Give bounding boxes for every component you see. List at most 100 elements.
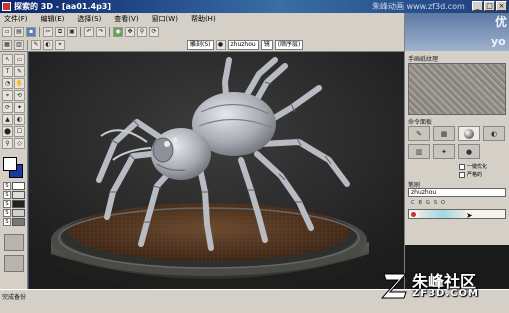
menu-edit[interactable]: 编辑(E) xyxy=(41,14,65,24)
save-icon[interactable]: ▪ xyxy=(26,26,36,37)
channel-labels: C B G S O xyxy=(411,200,445,206)
option-label-2: 严格的 xyxy=(467,172,483,178)
app-icon[interactable] xyxy=(2,2,11,11)
tab-lights[interactable]: ◐ xyxy=(483,126,505,141)
channel-s[interactable]: S xyxy=(434,200,437,206)
sphere-icon[interactable]: ● xyxy=(215,39,226,50)
status-text: 完成备份 xyxy=(2,294,27,301)
texture-preview-thumb[interactable] xyxy=(4,234,24,251)
sample-icon[interactable]: ⌖ xyxy=(55,39,65,50)
select-tool-icon[interactable]: ↖ xyxy=(2,54,13,65)
pencil-tool-icon[interactable]: ✎ xyxy=(14,66,25,77)
menu-file[interactable]: 文件(F) xyxy=(4,14,28,24)
hand-tool-icon[interactable]: ✋ xyxy=(14,78,25,89)
option-label-1: 一键优化 xyxy=(467,164,488,170)
title-bar[interactable]: 探索的 3D - [aa01.4p3] 朱峰动画 www.zf3d.com _ … xyxy=(0,0,509,13)
diamond-tool-icon[interactable]: ◇ xyxy=(14,138,25,149)
color-row[interactable]: S xyxy=(3,209,25,217)
menu-window[interactable]: 窗口(W) xyxy=(152,14,178,24)
channel-o[interactable]: O xyxy=(441,200,445,206)
checkbox-icon[interactable] xyxy=(459,171,465,178)
rotate-right-tool-icon[interactable]: ⟳ xyxy=(2,102,13,113)
option-row-1[interactable]: 一键优化 xyxy=(459,163,487,170)
rect-tool-icon[interactable]: ☐ xyxy=(14,126,25,137)
tab-paint[interactable]: ✎ xyxy=(408,126,430,141)
channel-b[interactable]: B xyxy=(419,200,422,206)
channel-g[interactable]: G xyxy=(426,200,430,206)
close-button[interactable]: × xyxy=(496,1,507,11)
color-chip[interactable] xyxy=(12,191,25,199)
tab-shade[interactable]: ● xyxy=(458,144,480,159)
tool-grid: ↖ ▭ T ✎ ◔ ✋ ⌖ ⟲ ⟳ ✦ ▲ ◐ ⬤ ☐ ⚲ ◇ xyxy=(2,54,25,149)
color-chip[interactable] xyxy=(12,209,25,217)
tab-material[interactable] xyxy=(458,126,480,141)
zoom-icon[interactable]: ⚲ xyxy=(137,26,147,37)
dodge-tool-icon[interactable]: ◔ xyxy=(2,78,13,89)
color-row[interactable]: S xyxy=(3,218,25,226)
undo-icon[interactable]: ↶ xyxy=(84,26,94,37)
toolbar-separator xyxy=(109,26,110,37)
checkbox-icon[interactable] xyxy=(459,163,465,170)
brush-icon[interactable]: ✎ xyxy=(31,39,41,50)
grid-icon[interactable]: ▦ xyxy=(2,39,12,50)
toolbar-row-1: ▫ ▤ ▪ ✂ ⧉ ▣ ↶ ↷ ◉ ✥ ⚲ ⟳ xyxy=(0,25,159,38)
color-swatch-pair[interactable] xyxy=(3,157,23,179)
color-row[interactable]: S xyxy=(3,200,25,208)
color-row-label: S xyxy=(3,200,11,208)
layer-dropdown[interactable]: zhuzhou xyxy=(227,39,259,50)
redo-icon[interactable]: ↷ xyxy=(96,26,106,37)
text-tool-icon[interactable]: T xyxy=(2,66,13,77)
channel-slider[interactable]: ➤ xyxy=(408,209,506,220)
cut-icon[interactable]: ✂ xyxy=(43,26,53,37)
color-chip[interactable] xyxy=(12,200,25,208)
color-chip[interactable] xyxy=(12,182,25,190)
paste-icon[interactable]: ▣ xyxy=(67,26,77,37)
move-icon[interactable]: ✥ xyxy=(125,26,135,37)
menu-view[interactable]: 查看(V) xyxy=(114,14,138,24)
brand-logo-icon xyxy=(380,273,408,299)
texture-swatch[interactable] xyxy=(408,63,506,115)
option-row-2[interactable]: 严格的 xyxy=(459,171,482,178)
paint-mode-box[interactable]: 镜 xyxy=(260,39,273,50)
toolbar-row-2: ▦ ▥ ✎ ◐ ⌖ 雕刻(S) ● zhuzhou 镜 (顺序层) xyxy=(0,38,304,51)
mode-dropdown[interactable]: 雕刻(S) xyxy=(187,39,214,50)
new-icon[interactable]: ▫ xyxy=(2,26,12,37)
layer-icon[interactable]: ▥ xyxy=(14,39,24,50)
tab-layers[interactable]: ▥ xyxy=(408,144,430,159)
banner-text-1: yo xyxy=(491,35,506,48)
minimize-button[interactable]: _ xyxy=(472,1,483,11)
channel-c[interactable]: C xyxy=(411,200,415,206)
tab-brush[interactable]: ✦ xyxy=(433,144,455,159)
color-row[interactable]: S xyxy=(3,191,25,199)
mouse-cursor-icon: ➤ xyxy=(466,211,473,220)
maximize-button[interactable]: □ xyxy=(484,1,495,11)
brand-name-en: ZF3D.COM xyxy=(412,288,479,299)
magnify-tool-icon[interactable]: ⚲ xyxy=(2,138,13,149)
marquee-tool-icon[interactable]: ▭ xyxy=(14,54,25,65)
color-row-label: S xyxy=(3,182,11,190)
shape-tool-icon[interactable]: ▲ xyxy=(2,114,13,125)
sparkle-tool-icon[interactable]: ✦ xyxy=(14,102,25,113)
brand-watermark: 朱峰社区 ZF3D.COM xyxy=(378,268,509,313)
foreground-color[interactable] xyxy=(3,157,17,171)
3d-viewport[interactable] xyxy=(29,52,404,289)
brush-preview-thumb[interactable] xyxy=(4,255,24,272)
rotate-icon[interactable]: ⟳ xyxy=(149,26,159,37)
menu-select[interactable]: 选择(S) xyxy=(77,14,101,24)
layer-order-box[interactable]: (顺序层) xyxy=(274,39,304,50)
circle-tool-icon[interactable]: ⬤ xyxy=(2,126,13,137)
open-icon[interactable]: ▤ xyxy=(14,26,24,37)
color-chip[interactable] xyxy=(12,218,25,226)
target-tool-icon[interactable]: ⌖ xyxy=(2,90,13,101)
tab-texture[interactable]: ▦ xyxy=(433,126,455,141)
toolbar-separator xyxy=(80,26,81,37)
camera-icon[interactable]: ◉ xyxy=(113,26,123,37)
color-row[interactable]: S xyxy=(3,182,25,190)
color-row-label: S xyxy=(3,191,11,199)
contrast-tool-icon[interactable]: ◐ xyxy=(14,114,25,125)
rotate-left-tool-icon[interactable]: ⟲ xyxy=(14,90,25,101)
copy-icon[interactable]: ⧉ xyxy=(55,26,65,37)
fill-icon[interactable]: ◐ xyxy=(43,39,53,50)
menu-help[interactable]: 帮助(H) xyxy=(191,14,216,24)
brush-select[interactable]: zhuzhou xyxy=(408,188,506,197)
